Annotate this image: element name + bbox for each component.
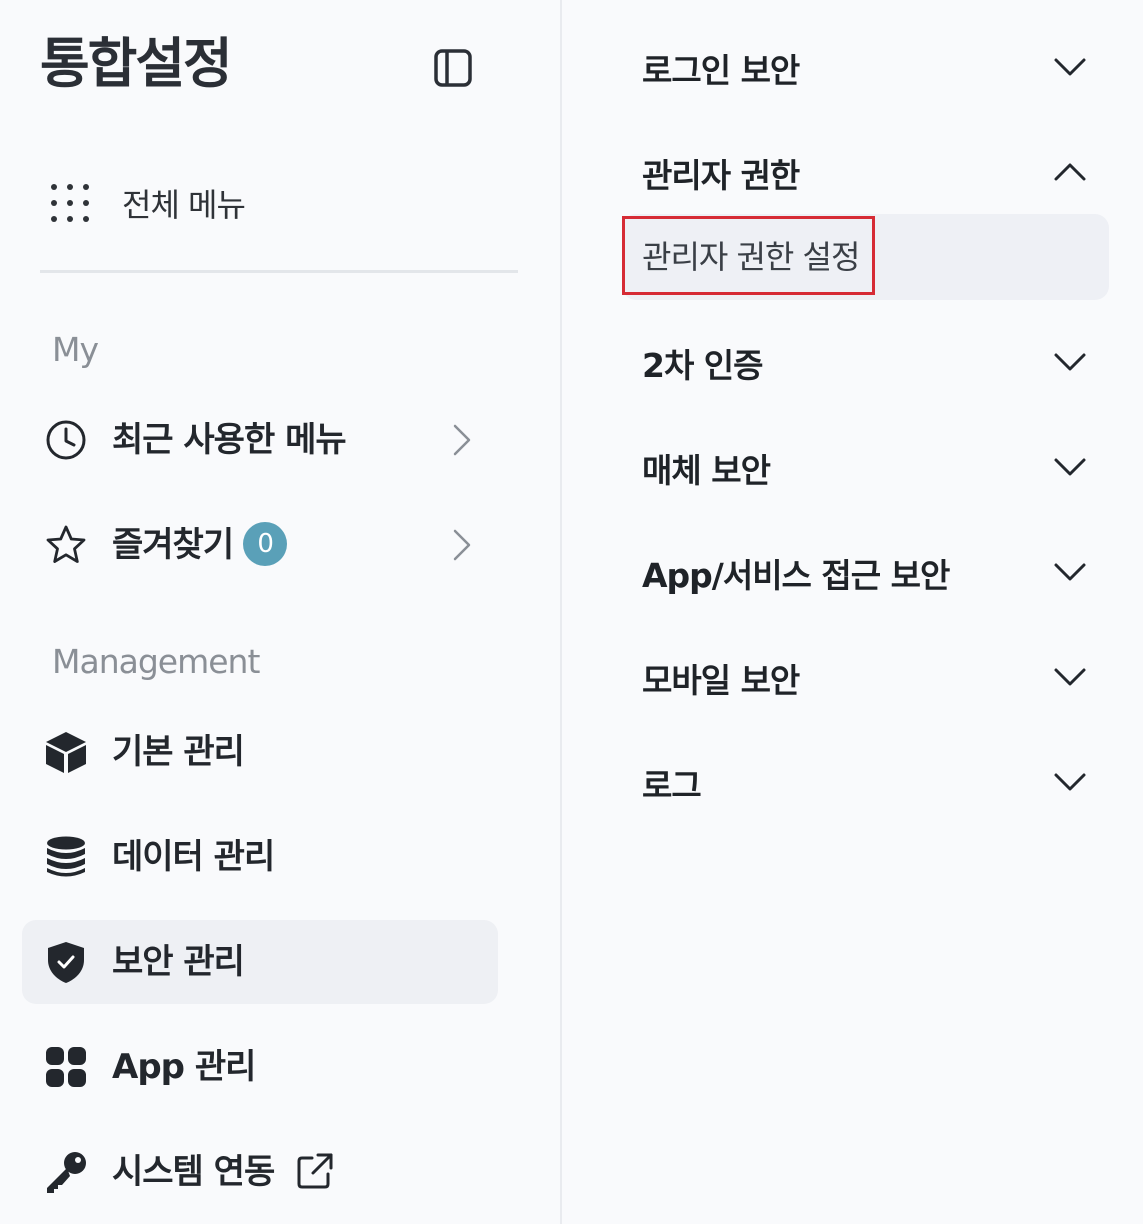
favorites-text: 즐겨찾기 0 <box>112 521 288 569</box>
submenu-group-two-factor-auth[interactable]: 2차 인증 <box>642 333 1086 393</box>
submenu-group-media-security[interactable]: 매체 보안 <box>642 438 1086 498</box>
sidebar-item-basic-management[interactable]: 기본 관리 <box>22 710 498 794</box>
submenu-group-login-security[interactable]: 로그인 보안 <box>642 38 1086 98</box>
submenu-group-label: App/서비스 접근 보안 <box>642 556 950 595</box>
key-icon <box>47 1152 86 1193</box>
submenu-item-label: 관리자 권한 설정 <box>642 238 860 276</box>
app-title: 통합설정 <box>40 32 233 95</box>
chevron-down-icon <box>1054 563 1086 581</box>
clock-icon <box>46 420 86 460</box>
section-title-my: My <box>52 330 99 369</box>
sidebar-item-label: 데이터 관리 <box>112 837 275 877</box>
sidebar-item-data-management[interactable]: 데이터 관리 <box>22 815 498 899</box>
sidebar-item-app-management[interactable]: App 관리 <box>22 1025 498 1109</box>
chevron-right-icon <box>453 529 471 561</box>
chevron-down-icon <box>1054 458 1086 476</box>
submenu-group-label: 모바일 보안 <box>642 661 800 700</box>
panel-toggle-icon[interactable] <box>432 47 474 89</box>
submenu-group-log[interactable]: 로그 <box>642 753 1086 813</box>
all-menu-label: 전체 메뉴 <box>122 186 246 224</box>
sidebar-item-system-integration[interactable]: 시스템 연동 <box>22 1130 498 1214</box>
sidebar: 통합설정 전체 메뉴 My 최근 사용한 메뉴 즐겨찾기 0 Managemen… <box>0 0 560 1224</box>
sidebar-item-label: App 관리 <box>112 1047 256 1087</box>
submenu-group-label: 로그인 보안 <box>642 51 800 90</box>
sidebar-item-label: 기본 관리 <box>112 732 245 772</box>
submenu-group-mobile-security[interactable]: 모바일 보안 <box>642 648 1086 708</box>
chevron-down-icon <box>1054 58 1086 76</box>
submenu-group-admin-permission[interactable]: 관리자 권한 <box>642 143 1086 203</box>
chevron-down-icon <box>1054 353 1086 371</box>
chevron-right-icon <box>453 424 471 456</box>
chevron-down-icon <box>1054 773 1086 791</box>
dots-grid-icon <box>51 184 89 222</box>
sidebar-item-recent-menu[interactable]: 최근 사용한 메뉴 <box>22 398 498 482</box>
cube-icon <box>46 732 86 773</box>
all-menu-button[interactable]: 전체 메뉴 <box>50 178 246 228</box>
apps-grid-icon <box>46 1047 86 1087</box>
submenu-group-label: 관리자 권한 <box>642 156 800 195</box>
sidebar-item-label: 즐겨찾기 <box>112 525 234 565</box>
submenu-group-app-service-access[interactable]: App/서비스 접근 보안 <box>642 543 1086 603</box>
submenu-item-admin-permission-settings[interactable]: 관리자 권한 설정 <box>622 214 1109 300</box>
chevron-up-icon <box>1054 163 1086 181</box>
submenu-group-label: 2차 인증 <box>642 346 764 385</box>
external-link-icon <box>297 1153 333 1188</box>
security-submenu: 로그인 보안 관리자 권한 관리자 권한 설정 2차 인증 매체 보안 App/… <box>562 0 1143 1224</box>
sidebar-item-label: 보안 관리 <box>112 942 245 982</box>
sidebar-item-label: 최근 사용한 메뉴 <box>112 420 347 460</box>
chevron-down-icon <box>1054 668 1086 686</box>
submenu-group-label: 매체 보안 <box>642 451 771 490</box>
section-title-management: Management <box>52 642 260 681</box>
submenu-group-label: 로그 <box>642 766 702 805</box>
favorites-count-badge: 0 <box>243 521 288 566</box>
shield-check-icon <box>48 942 84 983</box>
database-icon <box>47 836 85 877</box>
star-icon <box>46 525 86 563</box>
system-integration-text: 시스템 연동 <box>112 1148 334 1196</box>
sidebar-item-label: 시스템 연동 <box>112 1152 275 1192</box>
sidebar-item-security-management[interactable]: 보안 관리 <box>22 920 498 1004</box>
sidebar-item-favorites[interactable]: 즐겨찾기 0 <box>22 503 498 587</box>
sidebar-divider <box>40 270 518 273</box>
